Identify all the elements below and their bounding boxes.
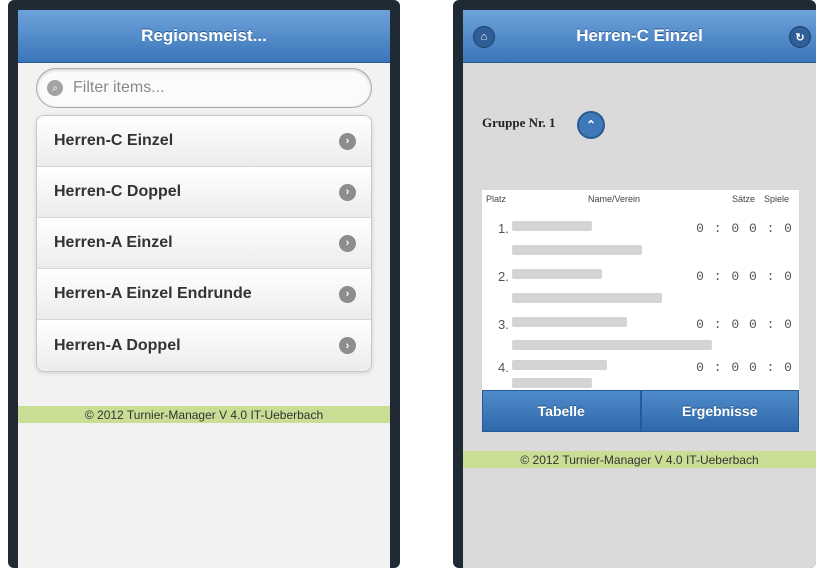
row-score: 0 : 0 0 : 0	[696, 269, 793, 284]
tab-ergebnisse-label: Ergebnisse	[682, 403, 758, 419]
right-header-title: Herren-C Einzel	[576, 26, 703, 45]
right-header: Herren-C Einzel	[463, 10, 816, 63]
chevron-right-icon: ›	[339, 337, 356, 354]
standings-table: Platz Name/Verein Sätze Spiele 1. 0 : 0 …	[482, 190, 799, 390]
list-item-label: Herren-A Einzel	[54, 234, 173, 251]
home-icon: ⌂	[480, 31, 488, 43]
row-score: 0 : 0 0 : 0	[696, 221, 793, 236]
footer-text: © 2012 Turnier-Manager V 4.0 IT-Ueberbac…	[520, 452, 759, 467]
chevron-right-icon: ›	[339, 183, 356, 201]
list-item[interactable]: Herren-A Doppel ›	[37, 320, 371, 371]
left-header-title: Regionsmeist...	[141, 26, 267, 45]
blurred-name	[512, 360, 607, 370]
left-footer: © 2012 Turnier-Manager V 4.0 IT-Ueberbac…	[18, 406, 390, 423]
blurred-name	[512, 221, 592, 231]
blurred-club	[512, 245, 642, 255]
right-screen: Herren-C Einzel ⌂ ↻ Gruppe Nr. 1 ⌃ Platz…	[463, 10, 816, 568]
col-header-saetze: Sätze	[732, 194, 756, 204]
col-header-name: Name/Verein	[588, 194, 641, 204]
list-item-label: Herren-A Einzel Endrunde	[54, 285, 252, 302]
row-place: 4.	[498, 360, 509, 375]
search-icon: ⌕	[47, 80, 63, 96]
left-phone-frame: Regionsmeist... ⌕ Herren-C Einzel › Herr…	[8, 0, 400, 568]
col-header-platz: Platz	[486, 194, 507, 204]
group-label: Gruppe Nr. 1	[482, 115, 556, 130]
tab-ergebnisse[interactable]: Ergebnisse	[640, 390, 799, 432]
tab-tabelle-label: Tabelle	[537, 403, 585, 419]
blurred-club	[512, 378, 592, 388]
row-score: 0 : 0 0 : 0	[696, 360, 793, 375]
left-screen: Regionsmeist... ⌕ Herren-C Einzel › Herr…	[18, 10, 390, 568]
row-place: 1.	[498, 221, 509, 236]
chevron-right-icon: ›	[339, 285, 356, 303]
blurred-club	[512, 293, 662, 303]
filter-input[interactable]	[71, 78, 325, 98]
blurred-name	[512, 269, 602, 279]
col-header-spiele: Spiele	[764, 194, 790, 204]
chevron-right-icon: ›	[339, 132, 356, 150]
blurred-club	[512, 340, 712, 350]
footer-text: © 2012 Turnier-Manager V 4.0 IT-Ueberbac…	[84, 407, 324, 422]
list-item-label: Herren-A Doppel	[54, 336, 181, 354]
left-header: Regionsmeist...	[18, 10, 390, 63]
event-list: Herren-C Einzel › Herren-C Doppel › Herr…	[36, 115, 372, 372]
tab-bar: Tabelle Ergebnisse	[482, 390, 799, 432]
right-phone-frame: Herren-C Einzel ⌂ ↻ Gruppe Nr. 1 ⌃ Platz…	[453, 0, 816, 568]
chevron-up-icon: ⌃	[585, 118, 597, 132]
list-item[interactable]: Herren-C Doppel ›	[37, 167, 371, 218]
row-place: 3.	[498, 317, 509, 332]
list-item[interactable]: Herren-A Einzel ›	[37, 218, 371, 269]
filter-search-box[interactable]: ⌕	[36, 68, 372, 108]
row-score: 0 : 0 0 : 0	[696, 317, 793, 332]
chevron-right-icon: ›	[339, 234, 356, 252]
home-button[interactable]: ⌂	[473, 26, 495, 48]
list-item[interactable]: Herren-A Einzel Endrunde ›	[37, 269, 371, 320]
row-place: 2.	[498, 269, 509, 284]
group-collapse-button[interactable]: ⌃	[577, 111, 605, 139]
blurred-name	[512, 317, 627, 327]
list-item-label: Herren-C Einzel	[54, 132, 174, 149]
list-item-label: Herren-C Doppel	[54, 183, 182, 200]
right-footer: © 2012 Turnier-Manager V 4.0 IT-Ueberbac…	[463, 451, 816, 468]
tab-tabelle[interactable]: Tabelle	[482, 390, 641, 432]
refresh-icon: ↻	[795, 31, 805, 44]
list-item[interactable]: Herren-C Einzel ›	[37, 116, 371, 167]
refresh-button[interactable]: ↻	[789, 26, 811, 48]
